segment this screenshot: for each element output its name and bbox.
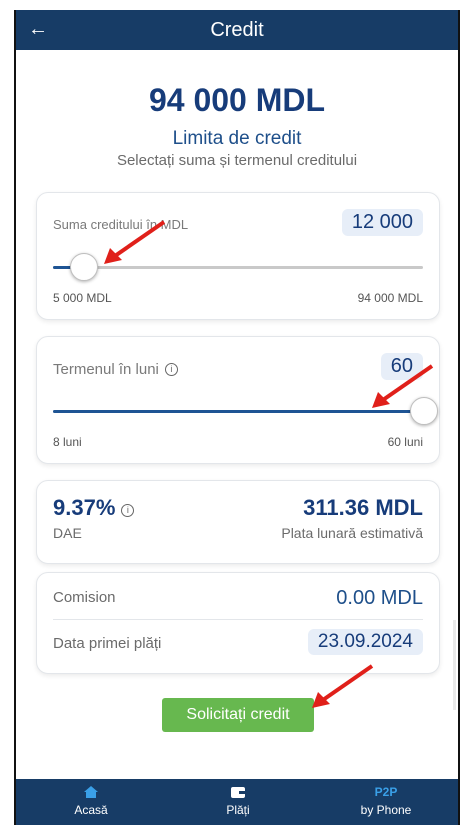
info-icon[interactable]: i [164, 363, 178, 376]
nav-p2p[interactable]: P2P by Phone [336, 785, 436, 817]
monthly-payment-label: Plata lunară estimativă [281, 525, 423, 541]
sum-value[interactable]: 12 000 [341, 209, 423, 236]
p2p-badge: P2P [374, 785, 398, 799]
dae-label: DAE [53, 525, 82, 541]
wallet-icon [231, 787, 245, 798]
scrollbar[interactable] [453, 620, 456, 710]
term-value[interactable]: 60 [380, 353, 423, 380]
sum-max-label: 94 000 MDL [357, 291, 423, 305]
details-divider [53, 619, 423, 620]
sum-slider-thumb[interactable] [69, 253, 98, 281]
sum-min-label: 5 000 MDL [53, 291, 112, 305]
top-bar: ← Credit [16, 10, 458, 50]
nav-home[interactable]: Acasă [41, 785, 141, 817]
sum-label: Suma creditului în MDL [53, 217, 189, 232]
nav-p2p-label: by Phone [360, 803, 412, 817]
apply-credit-button[interactable]: Solicitați credit [162, 698, 314, 732]
term-min-label: 8 luni [53, 435, 82, 449]
dae-value-wrap: 9.37% i [53, 495, 135, 521]
bottom-nav: Acasă Plăți P2P by Phone [16, 779, 458, 825]
credit-limit-label: Limita de credit [172, 128, 302, 149]
home-icon [84, 786, 98, 798]
nav-payments-label: Plăți [226, 803, 250, 817]
term-slider-track[interactable] [53, 397, 438, 425]
nav-home-label: Acasă [74, 803, 108, 817]
monthly-payment-value: 311.36 MDL [303, 495, 423, 520]
details-card: Comision 0.00 MDL Data primei plăți 23.0… [36, 572, 440, 674]
term-max-label: 60 luni [387, 435, 423, 449]
app-screen: ← Credit 94 000 MDL Limita de credit Sel… [14, 10, 460, 825]
credit-limit-amount: 94 000 MDL [148, 82, 326, 118]
term-label-wrap: Termenul în luni i [53, 361, 178, 378]
term-label: Termenul în luni [53, 361, 159, 378]
instruction-text: Selectați suma și termenul creditului [116, 152, 358, 169]
sum-slider-card: Suma creditului în MDL 12 000 5 000 MDL … [36, 192, 440, 320]
rates-card: 9.37% i DAE 311.36 MDL Plata lunară estim… [36, 480, 440, 564]
dae-value: 9.37% [53, 495, 116, 520]
sum-slider-track[interactable] [53, 253, 423, 281]
term-slider-fill [53, 410, 423, 413]
page-title: Credit [210, 19, 264, 41]
term-slider-card: Termenul în luni i 60 8 luni 60 luni [36, 336, 440, 464]
dae-info-icon[interactable]: i [121, 504, 135, 517]
commission-value: 0.00 MDL [336, 587, 423, 609]
term-slider-thumb[interactable] [410, 397, 438, 425]
first-payment-label: Data primei plăți [53, 635, 162, 652]
nav-payments[interactable]: Plăți [188, 785, 288, 817]
commission-label: Comision [53, 589, 116, 606]
first-payment-date[interactable]: 23.09.2024 [307, 629, 423, 655]
